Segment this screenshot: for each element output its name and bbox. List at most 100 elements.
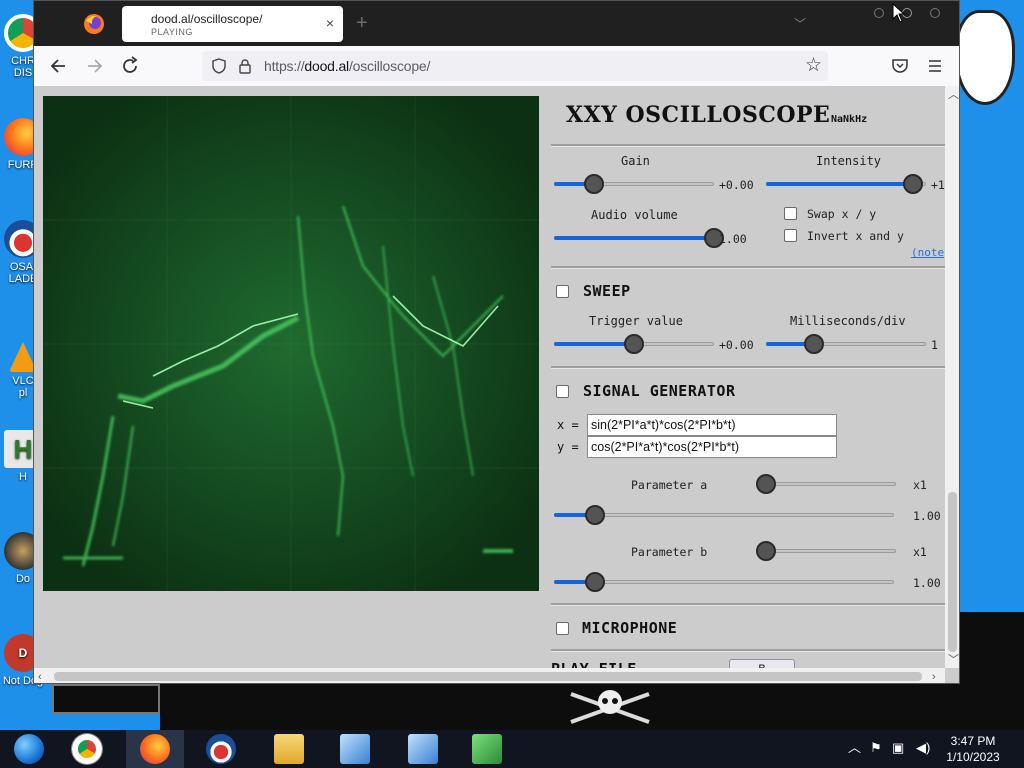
url-host: dood.al [304,58,349,74]
trigger-value-label: Trigger value [589,314,683,328]
network-icon[interactable]: ▣ [892,741,904,755]
intensity-slider-thumb[interactable] [903,174,924,194]
swap-xy-checkbox[interactable] [784,207,797,220]
navigation-toolbar: https://dood.al/oscilloscope/ ☆ [34,46,959,86]
firefox-icon[interactable] [81,11,107,37]
installer-icon [408,734,438,764]
hamburger-menu-icon[interactable] [927,58,943,74]
intensity-slider[interactable] [766,174,926,194]
invert-xy-label: Invert x and y [807,229,904,243]
show-hidden-icons-icon[interactable]: ︿ [848,741,861,755]
parameter-b-multiplier-thumb[interactable] [756,541,776,561]
taskbar-installer[interactable] [326,730,384,768]
parameter-a-multiplier-thumb[interactable] [756,474,776,494]
parameter-b-slider[interactable] [554,572,894,592]
frequency-readout: NaNkHz [831,114,868,125]
taskbar-clock[interactable]: 3:47 PM 1/10/2023 [938,733,1008,765]
intensity-value: +1 [931,178,945,192]
microphone-section-title: MICROPHONE [582,619,678,637]
swap-xy-label: Swap x / y [807,207,877,221]
parameter-a-slider-thumb[interactable] [584,505,605,525]
sweep-checkbox[interactable] [556,285,569,298]
page-viewport: XXY OSCILLOSCOPE NaNkHz Gain +0.00 Inten… [34,86,959,683]
divider [551,266,945,269]
volume-icon[interactable]: ◀) [916,741,930,755]
parameter-b-value: 1.00 [913,576,941,590]
browser-window: dood.al/oscilloscope/ PLAYING × + ﹀ http… [33,0,960,684]
star-icon[interactable]: ☆ [805,56,822,76]
vertical-scrollbar[interactable]: ︿ ﹀ [945,86,959,668]
ms-per-div-slider[interactable] [766,334,926,354]
back-arrow-icon[interactable] [48,55,70,77]
network-people-icon [472,734,502,764]
trigger-slider-thumb[interactable] [624,334,644,354]
reload-icon[interactable] [119,55,141,77]
audio-volume-value: 1.00 [719,232,747,246]
url-text: https://dood.al/oscilloscope/ [264,58,430,74]
close-window-icon[interactable] [930,8,940,18]
vertical-scrollbar-thumb[interactable] [948,492,957,652]
taskbar-campaign[interactable] [192,730,250,768]
play-file-section-title: PLAY FILE [551,660,637,668]
parameter-a-value: 1.00 [913,509,941,523]
desktop-wallpaper-shape [955,10,1015,105]
scroll-right-icon[interactable]: › [932,671,936,683]
signal-generator-section-title: SIGNAL GENERATOR [583,382,736,400]
divider [551,603,945,606]
lock-icon[interactable] [237,58,253,74]
sweep-section-title: SWEEP [583,282,631,300]
invert-xy-checkbox[interactable] [784,229,797,242]
action-center-flag-icon[interactable]: ⚑ [870,741,882,755]
mouse-pointer-icon [892,3,906,23]
pocket-icon[interactable] [891,57,909,75]
oscilloscope-trace [43,96,539,591]
audio-volume-slider[interactable] [554,228,724,248]
taskbar-chrome[interactable] [58,730,116,768]
parameter-a-multiplier-value: x1 [913,478,927,492]
taskbar: ︿ ⚑ ▣ ◀) 3:47 PM 1/10/2023 [0,730,1024,768]
parameter-b-label: Parameter b [631,545,708,559]
list-all-tabs-icon[interactable]: ﹀ [794,15,806,32]
horizontal-scrollbar-thumb[interactable] [54,672,922,681]
scroll-down-icon[interactable]: ﹀ [948,654,959,666]
url-path: /oscilloscope/ [348,58,431,74]
note-link[interactable]: (note [911,246,944,259]
taskbar-file-explorer[interactable] [260,730,318,768]
taskbar-firefox[interactable] [126,730,184,768]
taskbar-network-app[interactable] [458,730,516,768]
address-bar[interactable]: https://dood.al/oscilloscope/ ☆ [202,51,828,81]
minimize-window-icon[interactable] [874,8,884,18]
signal-generator-checkbox[interactable] [556,385,569,398]
taskbar-installer-2[interactable] [394,730,452,768]
control-panel: XXY OSCILLOSCOPE NaNkHz Gain +0.00 Inten… [551,86,945,668]
scroll-left-icon[interactable]: ‹ [38,671,42,683]
horizontal-scrollbar[interactable]: ‹ › [34,668,945,683]
forward-arrow-icon[interactable] [83,55,105,77]
close-tab-icon[interactable]: × [326,15,334,31]
parameter-a-slider[interactable] [554,505,894,525]
microphone-checkbox[interactable] [556,622,569,635]
installer-icon [340,734,370,764]
scroll-up-icon[interactable]: ︿ [948,89,959,101]
parameter-a-multiplier-slider[interactable] [756,474,896,494]
trigger-value-slider[interactable] [554,334,714,354]
chrome-icon [72,734,102,764]
tab-title: dood.al/oscilloscope/ [151,12,263,26]
gain-slider[interactable] [554,174,714,194]
tab-oscilloscope[interactable]: dood.al/oscilloscope/ PLAYING × [122,6,343,42]
new-tab-icon[interactable]: + [356,12,368,34]
browse-file-button[interactable]: B [729,659,795,668]
desktop-icon-label: Do [15,573,31,585]
divider [551,144,945,147]
system-tray: ︿ ⚑ ▣ ◀) 3:47 PM 1/10/2023 [840,730,1024,768]
y-expression-input[interactable]: cos(2*PI*a*t)*cos(2*PI*b*t) [587,436,837,458]
parameter-b-multiplier-slider[interactable] [756,541,896,561]
desktop-icon-label: VLC pl [12,375,34,399]
ms-per-div-slider-thumb[interactable] [804,334,824,354]
start-button[interactable] [0,730,58,768]
parameter-a-label: Parameter a [631,478,708,492]
x-expression-input[interactable]: sin(2*PI*a*t)*cos(2*PI*b*t) [587,414,837,436]
shield-icon[interactable] [211,58,227,74]
gain-slider-thumb[interactable] [584,174,604,194]
parameter-b-slider-thumb[interactable] [584,572,605,592]
